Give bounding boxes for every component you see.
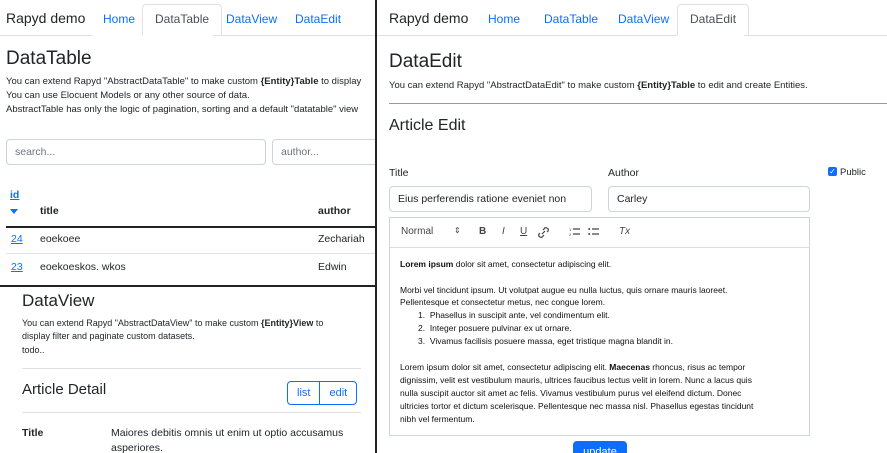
title-label: Title: [389, 167, 409, 179]
field-value: Maiores debitis omnis ut enim ut optio a…: [111, 427, 344, 439]
row-title: eoekoeskos. wkos: [40, 261, 126, 273]
select-arrows-icon[interactable]: ⇕: [454, 226, 461, 235]
description-line: You can use Elocuent Models or any other…: [6, 90, 250, 101]
public-label: Public: [840, 167, 866, 178]
clear-format-icon[interactable]: Tx: [619, 226, 630, 237]
underline-icon[interactable]: U: [520, 226, 527, 237]
column-header-title[interactable]: title: [40, 205, 59, 217]
tab-dataedit[interactable]: DataEdit: [282, 4, 354, 36]
row-author: Edwin: [318, 261, 347, 273]
search-input[interactable]: search...: [6, 139, 266, 165]
row-title: eoekoee: [40, 233, 81, 245]
brand[interactable]: Rapyd demo: [6, 10, 85, 26]
section-divider: [22, 368, 361, 369]
row-divider: [6, 253, 375, 254]
section-divider: [389, 103, 887, 104]
list-button[interactable]: list: [288, 382, 319, 404]
navbar: Rapyd demo Home DataTable DataView DataE…: [377, 0, 887, 36]
link-icon[interactable]: [538, 227, 549, 238]
tab-datatable[interactable]: DataTable: [142, 4, 223, 36]
ordered-list-icon[interactable]: 12: [569, 227, 580, 237]
description-line: AbstractTable has only the logic of pagi…: [6, 104, 359, 115]
row-id-link[interactable]: 23: [11, 261, 23, 273]
public-checkbox[interactable]: ✓: [828, 167, 837, 176]
editor-paragraph: nibh vel fermentum.: [400, 414, 475, 424]
rich-text-editor[interactable]: Normal ⇕ B I U 12 Tx Lorem ipsum dolor s…: [389, 217, 810, 436]
editor-paragraph: Pellentesque et consectetur metus, nec c…: [400, 297, 606, 307]
tab-home[interactable]: Home: [90, 4, 148, 36]
nav-divider: [0, 35, 92, 36]
editor-paragraph: nulla suscipit auctor sit amet ac felis.…: [400, 388, 742, 398]
page-title: DataEdit: [389, 51, 462, 72]
bullet-list-icon[interactable]: [588, 227, 599, 237]
description-line: display filter and paginate custom datas…: [22, 331, 195, 341]
editor-paragraph: Lorem ipsum dolor sit amet, consectetur …: [400, 259, 612, 269]
author-field[interactable]: Carley: [608, 186, 810, 212]
row-id-link[interactable]: 24: [11, 233, 23, 245]
tab-dataedit[interactable]: DataEdit: [677, 4, 750, 36]
tab-datatable[interactable]: DataTable: [531, 4, 611, 36]
editor-paragraph: ultricies tortor et dictum scelerisque. …: [400, 401, 754, 411]
tab-home[interactable]: Home: [475, 4, 533, 36]
editor-paragraph: Morbi vel tincidunt ipsum. Ut volutpat a…: [400, 285, 728, 295]
field-value: asperiores.: [111, 442, 163, 453]
field-label: Title: [22, 427, 44, 439]
section-divider: [22, 412, 361, 413]
svg-text:2: 2: [569, 232, 572, 237]
editor-toolbar: Normal ⇕ B I U 12 Tx: [390, 218, 809, 248]
description-line: todo..: [22, 345, 45, 355]
form-title: Article Edit: [389, 117, 466, 134]
bold-icon[interactable]: B: [479, 226, 486, 237]
nav-divider: [744, 35, 887, 36]
navbar: Rapyd demo Home DataTable DataView DataE…: [0, 0, 375, 36]
dataview-pane: DataView You can extend Rapyd "AbstractD…: [0, 285, 375, 453]
list-item: 1. Phasellus in suscipit ante, vel condi…: [418, 310, 610, 320]
author-label: Author: [608, 167, 639, 179]
editor-paragraph: dignissim, velit est vestibulum mauris, …: [400, 375, 752, 385]
italic-icon[interactable]: I: [502, 226, 505, 237]
list-item: 2. Integer posuere pulvinar ex ut ornare…: [418, 323, 572, 333]
page-title: DataTable: [6, 48, 92, 69]
tab-dataview[interactable]: DataView: [605, 4, 682, 36]
description-line: You can extend Rapyd "AbstractDataView" …: [22, 318, 324, 328]
description-line: You can extend Rapyd "AbstractDataEdit" …: [389, 80, 808, 91]
list-item: 3. Vivamus facilisis posuere massa, eget…: [418, 336, 673, 346]
column-header-id[interactable]: id: [10, 189, 19, 201]
view-button-group: list edit: [287, 381, 358, 405]
caret-down-icon[interactable]: [10, 209, 18, 215]
card-title: Article Detail: [22, 381, 107, 398]
edit-button[interactable]: edit: [319, 382, 356, 404]
datatable-pane: Rapyd demo Home DataTable DataView DataE…: [0, 0, 375, 285]
page-title: DataView: [22, 291, 95, 310]
tab-dataview[interactable]: DataView: [213, 4, 290, 36]
editor-paragraph: Lorem ipsum dolor sit amet, consectetur …: [400, 362, 746, 372]
update-button[interactable]: update: [573, 441, 627, 453]
title-field[interactable]: Eius perferendis ratione eveniet non: [389, 186, 592, 212]
description-line: You can extend Rapyd "AbstractDataTable"…: [6, 76, 362, 87]
brand[interactable]: Rapyd demo: [389, 10, 468, 26]
author-filter-input[interactable]: author...: [272, 139, 375, 165]
row-author: Zechariah: [318, 233, 365, 245]
column-header-author[interactable]: author: [318, 205, 351, 217]
table-header-divider: [6, 226, 375, 228]
dataedit-pane: Rapyd demo Home DataTable DataView DataE…: [375, 0, 887, 453]
format-select[interactable]: Normal: [401, 226, 433, 237]
